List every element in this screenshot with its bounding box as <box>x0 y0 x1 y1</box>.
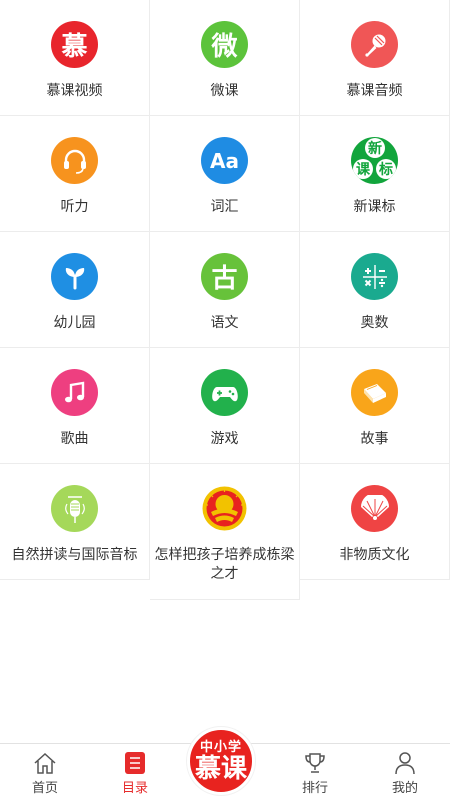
new-curriculum-icon: 新 课 标 <box>351 137 398 184</box>
logo-small-text: 中小学 <box>199 739 242 754</box>
category-label: 幼儿园 <box>53 314 96 330</box>
category-label: 微课 <box>210 82 239 98</box>
catalog-icon <box>122 751 148 775</box>
category-phonics[interactable]: 自然拼读与国际音标 <box>0 464 150 580</box>
category-label: 歌曲 <box>60 430 89 446</box>
nav-catalog-label: 目录 <box>121 780 148 795</box>
category-stories[interactable]: 故事 <box>300 348 450 464</box>
mu-character-icon: 慕 <box>51 21 98 68</box>
headset-icon <box>51 137 98 184</box>
vintage-microphone-icon <box>51 485 98 532</box>
category-intangible-culture[interactable]: 非物质文化 <box>300 464 450 580</box>
music-note-icon <box>51 369 98 416</box>
category-label: 自然拼读与国际音标 <box>11 546 138 562</box>
category-chinese[interactable]: 古 语文 <box>150 232 300 348</box>
category-olympiad-math[interactable]: 奥数 <box>300 232 450 348</box>
category-mooc-audio[interactable]: 慕课音频 <box>300 0 450 116</box>
nav-home[interactable]: 首页 <box>0 744 90 800</box>
trophy-icon <box>302 751 328 775</box>
chinese-ancient-icon: 古 <box>201 253 248 300</box>
book-icon <box>351 369 398 416</box>
category-parenting[interactable]: 怎样把孩子培养成栋梁之才 <box>150 464 300 600</box>
category-label: 听力 <box>60 198 89 214</box>
category-songs[interactable]: 歌曲 <box>0 348 150 464</box>
category-label: 怎样把孩子培养成栋梁之才 <box>154 546 295 581</box>
category-label: 词汇 <box>210 198 239 214</box>
nav-ranking[interactable]: 排行 <box>270 744 360 800</box>
category-listening[interactable]: 听力 <box>0 116 150 232</box>
gamepad-icon <box>201 369 248 416</box>
math-symbols-icon <box>351 253 398 300</box>
category-label: 语文 <box>210 314 239 330</box>
home-icon <box>32 751 58 775</box>
center-logo-button[interactable]: 中小学 慕课 <box>187 727 255 795</box>
sprout-icon <box>51 253 98 300</box>
font-aa-icon: Aa <box>201 137 248 184</box>
category-label: 游戏 <box>210 430 239 446</box>
nav-catalog[interactable]: 目录 <box>90 744 180 800</box>
category-vocabulary[interactable]: Aa 词汇 <box>150 116 300 232</box>
category-label: 奥数 <box>360 314 389 330</box>
category-new-curriculum[interactable]: 新 课 标 新课标 <box>300 116 450 232</box>
category-kindergarten[interactable]: 幼儿园 <box>0 232 150 348</box>
wei-character-icon: 微 <box>201 21 248 68</box>
user-icon <box>392 751 418 775</box>
category-label: 非物质文化 <box>339 546 410 562</box>
category-label: 慕课音频 <box>346 82 403 98</box>
category-label: 慕课视频 <box>46 82 103 98</box>
category-mooc-video[interactable]: 慕 慕课视频 <box>0 0 150 116</box>
nav-ranking-label: 排行 <box>301 780 328 795</box>
logo-big-text: 慕课 <box>194 753 247 783</box>
category-label: 故事 <box>360 430 389 446</box>
nav-mine[interactable]: 我的 <box>360 744 450 800</box>
category-micro-lesson[interactable]: 微 微课 <box>150 0 300 116</box>
nav-home-label: 首页 <box>31 780 58 795</box>
emblem-icon <box>201 485 248 532</box>
folding-fan-icon <box>351 485 398 532</box>
category-label: 新课标 <box>353 198 396 214</box>
microphone-icon <box>351 21 398 68</box>
category-games[interactable]: 游戏 <box>150 348 300 464</box>
nav-mine-label: 我的 <box>391 780 418 795</box>
